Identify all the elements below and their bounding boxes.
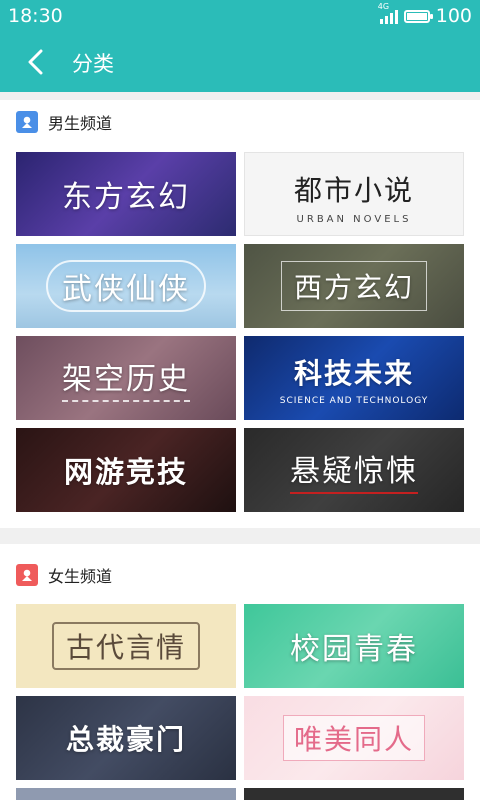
category-tile-urban[interactable]: 都市小说 URBAN NOVELS — [244, 152, 464, 236]
category-tile-fanfic[interactable]: 唯美同人 — [244, 696, 464, 780]
section-header-female: 女生频道 — [16, 563, 112, 587]
back-arrow-icon — [28, 49, 43, 75]
category-tile-campus[interactable]: 校园青春 — [244, 604, 464, 688]
category-label: 校园青春 — [290, 632, 418, 667]
section-title-male: 男生频道 — [48, 114, 113, 133]
category-tile-suspense[interactable]: 悬疑惊悚 — [244, 428, 464, 512]
category-tile-gaming[interactable]: 网游竞技 — [16, 428, 236, 512]
category-tile-wuxia[interactable]: 武侠仙侠 — [16, 244, 236, 328]
male-channel-icon — [16, 111, 38, 133]
section-header-male: 男生频道 — [16, 110, 112, 134]
network-type: 4G — [377, 2, 390, 11]
section-title-female: 女生频道 — [48, 567, 113, 586]
category-label: 架空历史 — [62, 354, 190, 402]
category-subtitle: SCIENCE AND TECHNOLOGY — [279, 396, 429, 406]
battery-level: 100 — [435, 5, 472, 27]
battery-icon — [403, 9, 433, 23]
category-label: 悬疑惊悚 — [290, 446, 418, 494]
category-label: 网游竞技 — [63, 455, 188, 489]
back-button[interactable] — [20, 46, 52, 78]
page-title: 分类 — [72, 52, 114, 76]
status-time: 18:30 — [8, 5, 63, 27]
category-label: 科技未来 — [293, 357, 414, 390]
female-channel-icon — [16, 564, 38, 586]
divider — [0, 92, 480, 100]
section-divider — [0, 528, 480, 544]
category-label: 西方玄幻 — [280, 261, 427, 311]
category-label: 总裁豪门 — [65, 723, 186, 756]
category-label: 武侠仙侠 — [46, 260, 206, 312]
category-tile-ancient-romance[interactable]: 古代言情 — [16, 604, 236, 688]
status-bar: 18:30 4G 100 — [0, 0, 480, 32]
category-tile-scifi[interactable]: 科技未来 SCIENCE AND TECHNOLOGY — [244, 336, 464, 420]
category-label: 古代言情 — [51, 622, 200, 670]
signal-icon: 4G — [378, 2, 398, 24]
category-tile-ceo[interactable]: 总裁豪门 — [16, 696, 236, 780]
category-subtitle: URBAN NOVELS — [296, 214, 412, 225]
category-label: 都市小说 — [293, 174, 414, 207]
category-tile-east-fantasy[interactable]: 东方玄幻 — [16, 152, 236, 236]
category-label: 唯美同人 — [282, 715, 425, 761]
app-bar: 分类 — [0, 32, 480, 92]
category-tile-partial[interactable] — [244, 788, 464, 800]
category-tile-history[interactable]: 架空历史 — [16, 336, 236, 420]
category-tile-partial[interactable] — [16, 788, 236, 800]
category-tile-west-fantasy[interactable]: 西方玄幻 — [244, 244, 464, 328]
category-label: 东方玄幻 — [62, 180, 190, 215]
status-indicators: 4G 100 — [378, 2, 472, 27]
